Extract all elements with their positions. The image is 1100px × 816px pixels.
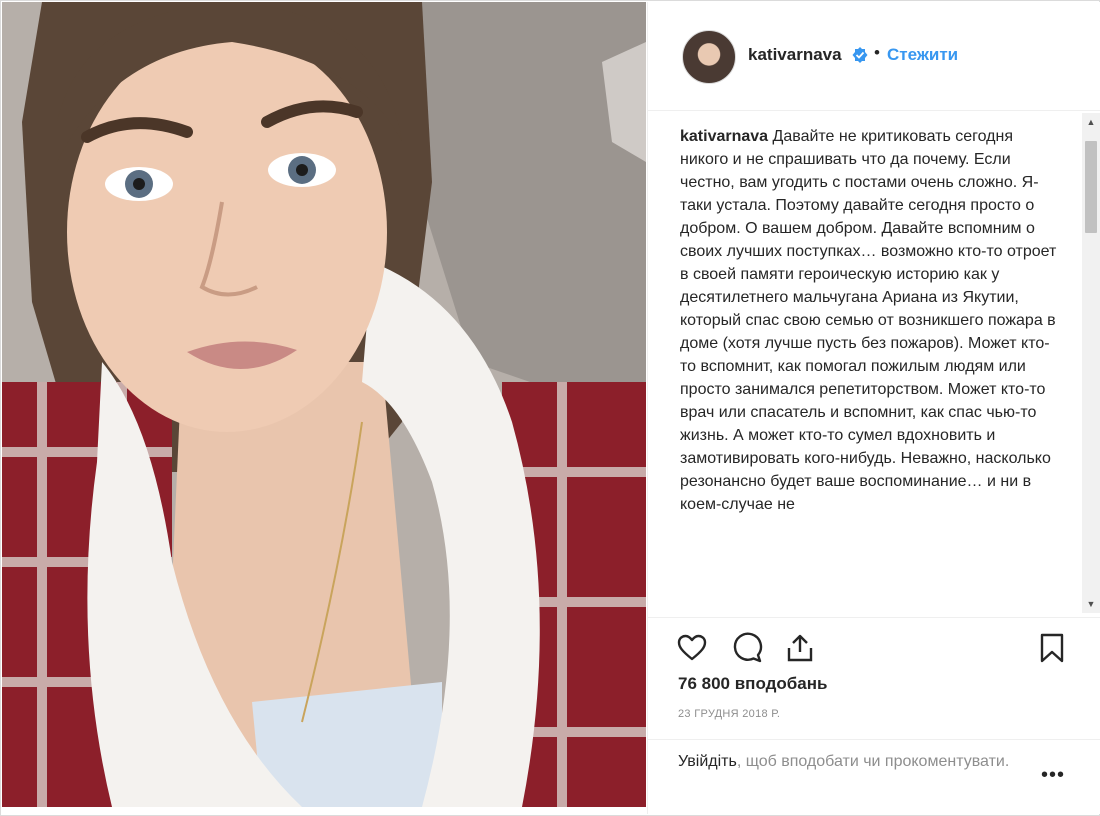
verified-badge-icon bbox=[852, 47, 868, 63]
selfie-illustration bbox=[2, 2, 646, 807]
share-upload-icon[interactable] bbox=[784, 632, 816, 664]
username-link[interactable]: kativarnava bbox=[748, 45, 842, 65]
caption: kativarnava Давайте не критиковать сегод… bbox=[680, 125, 1065, 516]
comment-bubble-icon[interactable] bbox=[731, 632, 763, 664]
scrollbar[interactable]: ▲ ▼ bbox=[1082, 113, 1100, 613]
login-prompt-text: , щоб вподобати чи прокоментувати. bbox=[736, 753, 1010, 770]
bookmark-outline-icon[interactable] bbox=[1036, 632, 1068, 664]
scroll-up-arrow-icon[interactable]: ▲ bbox=[1082, 113, 1100, 131]
caption-username[interactable]: kativarnava bbox=[680, 128, 768, 145]
post-side-panel: kativarnava • Стежити kativarnava Давайт… bbox=[647, 2, 1100, 814]
scrollbar-thumb[interactable] bbox=[1085, 141, 1097, 233]
post-frame: kativarnava • Стежити kativarnava Давайт… bbox=[0, 0, 1100, 816]
scroll-down-arrow-icon[interactable]: ▼ bbox=[1082, 595, 1100, 613]
separator-dot: • bbox=[874, 43, 880, 62]
post-date[interactable]: 23 ГРУДНЯ 2018 Р. bbox=[678, 708, 780, 720]
post-photo[interactable] bbox=[2, 2, 646, 807]
more-options-icon[interactable]: ••• bbox=[1041, 764, 1065, 787]
heart-outline-icon[interactable] bbox=[676, 632, 708, 664]
follow-button[interactable]: Стежити bbox=[887, 45, 958, 65]
caption-scroll-area[interactable]: kativarnava Давайте не критиковать сегод… bbox=[648, 111, 1100, 617]
action-bar bbox=[648, 617, 1100, 674]
login-prompt: Увійдіть, щоб вподобати чи прокоментуват… bbox=[678, 750, 1018, 773]
post-header: kativarnava • Стежити bbox=[648, 2, 1100, 111]
login-link[interactable]: Увійдіть bbox=[678, 753, 737, 770]
login-prompt-bar: Увійдіть, щоб вподобати чи прокоментуват… bbox=[648, 739, 1100, 815]
avatar[interactable] bbox=[682, 30, 736, 84]
caption-text: Давайте не критиковать сегодня никого и … bbox=[680, 128, 1057, 513]
like-count[interactable]: 76 800 вподобань bbox=[678, 674, 827, 694]
